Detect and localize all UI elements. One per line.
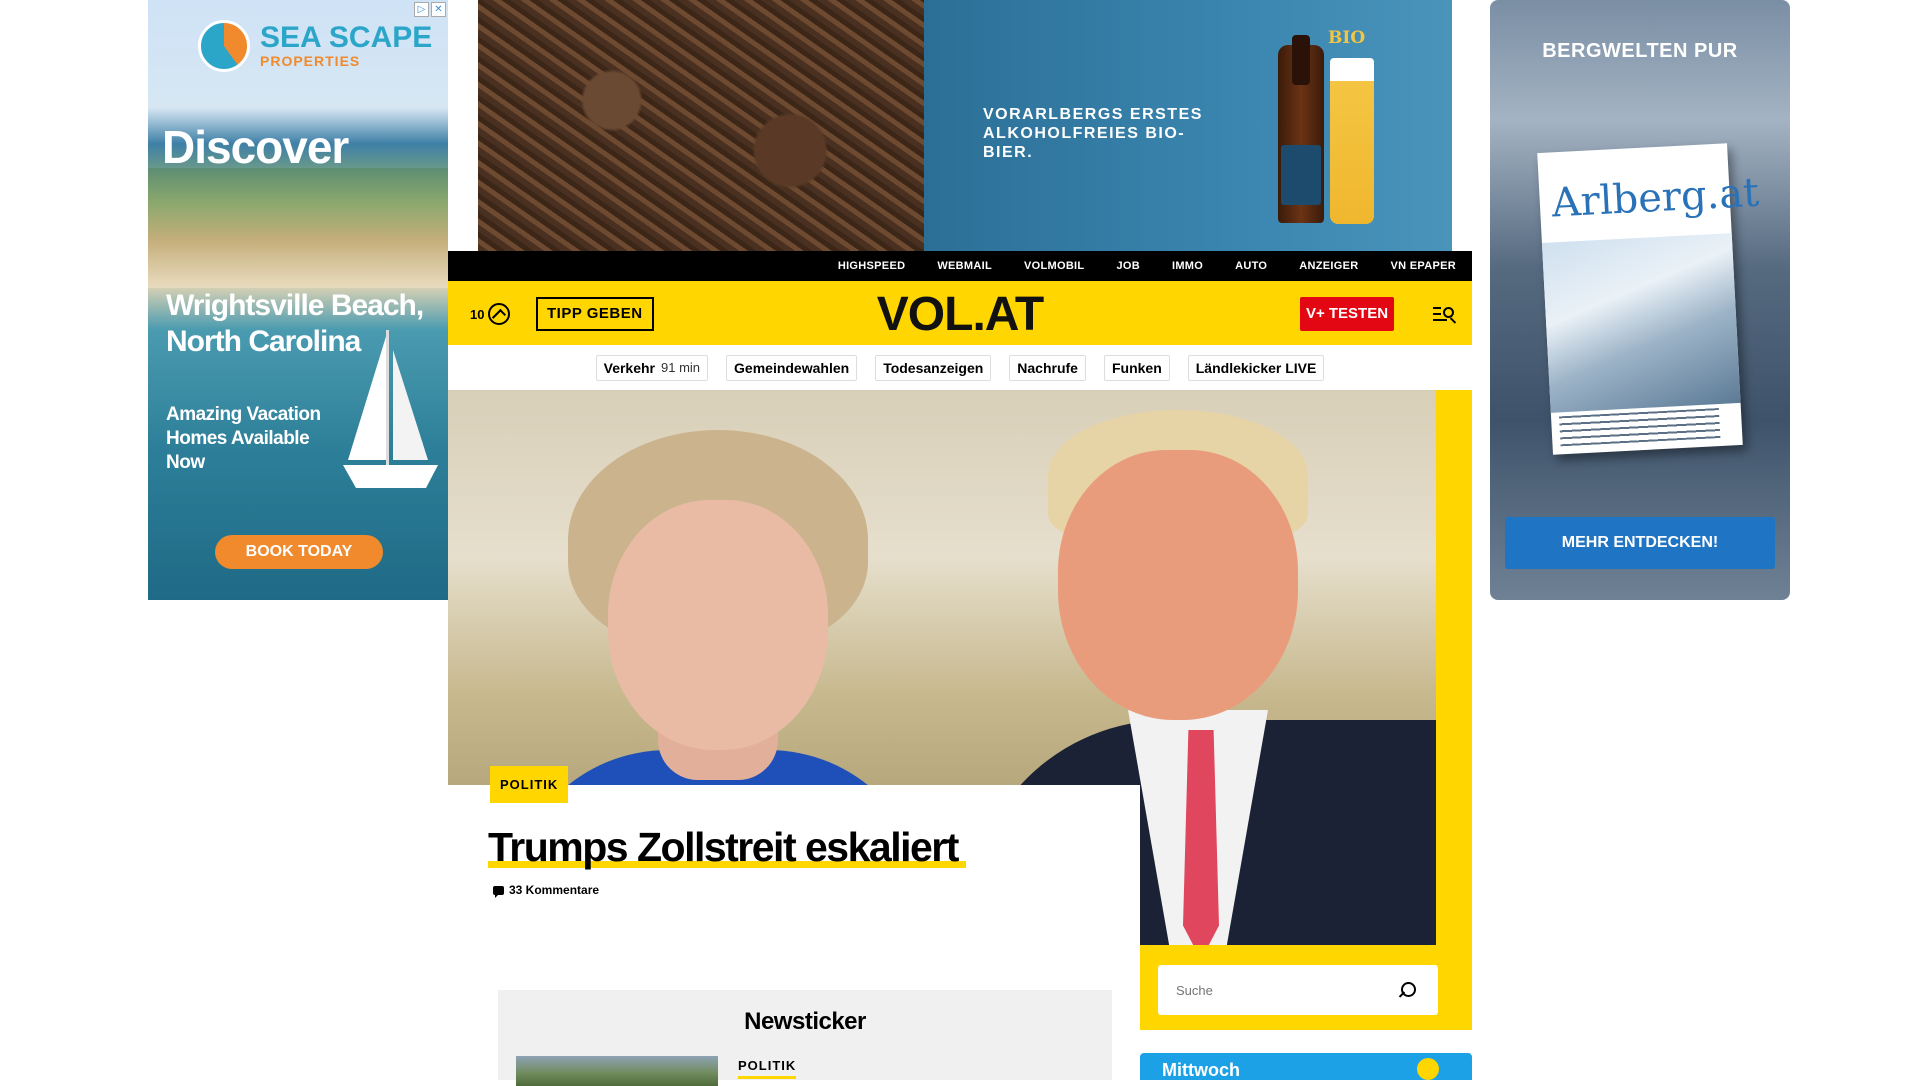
nav-volmobil[interactable]: VOLMOBIL [1024,260,1084,272]
ad-headline: Discover [162,121,349,173]
ad-info-icon[interactable]: ▷ [414,2,429,17]
hero-article-card[interactable]: POLITIK Trumps Zollstreit eskaliert 33 K… [448,766,1140,945]
newsticker-section: Newsticker POLITIK [498,990,1112,1086]
nav-auto[interactable]: AUTO [1235,260,1267,272]
main-header: 10 TIPP GEBEN VOL.AT V+ TESTEN [448,281,1472,345]
ad-right-heading: BERGWELTEN PUR [1542,40,1738,62]
magazine-cover-text [1559,408,1721,447]
nav-highspeed[interactable]: HIGHSPEED [838,260,906,272]
top-service-nav: HIGHSPEED WEBMAIL VOLMOBIL JOB IMMO AUTO… [448,251,1472,281]
quicklink-laendlekicker[interactable]: Ländlekicker LIVE [1187,354,1325,381]
ad-beer-text: VORARLBERGS ERSTES ALKOHOLFREIES BIO-BIE… [983,106,1203,161]
quicklink-todesanzeigen[interactable]: Todesanzeigen [875,354,992,381]
ad-close-icon[interactable]: ✕ [431,2,446,17]
comment-icon [493,885,504,898]
comment-count[interactable]: 33 Kommentare [493,883,599,898]
nav-anzeiger[interactable]: ANZEIGER [1299,260,1358,272]
beach-image [148,168,448,288]
book-today-button[interactable]: BOOK TODAY [215,535,383,569]
magazine-title: Arlberg.at [1550,169,1761,227]
hero-headline[interactable]: Trumps Zollstreit eskaliert [488,822,966,872]
quicklink-verkehr[interactable]: Verkehr 91 min [595,354,709,381]
quicklink-funken[interactable]: Funken [1103,354,1170,381]
newsticker-title: Newsticker [744,1008,866,1035]
right-ad-banner[interactable]: BERGWELTEN PUR Arlberg.at MEHR ENTDECKEN… [1490,0,1790,600]
nav-immo[interactable]: IMMO [1172,260,1203,272]
ticker-category[interactable]: POLITIK [738,1058,797,1079]
quicklinks-bar: Verkehr 91 min Gemeindewahlen Todesanzeig… [448,345,1472,390]
weather-widget[interactable]: Mittwoch [1140,1053,1472,1080]
menu-search-icon[interactable] [1433,303,1459,324]
bio-badge: BIO [1328,28,1366,48]
search-icon[interactable] [1400,982,1416,998]
hero-yellow-frame [1436,390,1472,1030]
ad-tagline: Amazing Vacation Homes Available Now [166,404,321,473]
search-input[interactable] [1158,965,1400,1015]
beer-glass-image [1330,58,1374,224]
search-box [1158,965,1438,1015]
mehr-entdecken-button[interactable]: MEHR ENTDECKEN! [1505,517,1775,569]
weather-day: Mittwoch [1162,1060,1240,1080]
soil-image [478,0,924,251]
magazine-image: Arlberg.at [1537,143,1760,455]
ad-brand: SEA SCAPE [260,21,433,54]
beer-bottle-image [1278,35,1324,223]
nav-webmail[interactable]: WEBMAIL [937,260,992,272]
ad-choices[interactable]: ▷ ✕ [414,2,446,17]
ticker-thumbnail[interactable] [516,1056,718,1086]
sun-icon [1417,1058,1439,1080]
quicklink-gemeindewahlen[interactable]: Gemeindewahlen [726,354,858,381]
wave-logo-icon [198,20,250,72]
ad-brand-sub: PROPERTIES [260,53,361,69]
nav-vn-epaper[interactable]: VN EPAPER [1391,260,1456,272]
top-ad-banner[interactable]: VORARLBERGS ERSTES ALKOHOLFREIES BIO-BIE… [478,0,1452,251]
vplus-testen-button[interactable]: V+ TESTEN [1300,297,1394,331]
nav-job[interactable]: JOB [1116,260,1140,272]
magazine-cover-photo [1541,233,1741,413]
quicklink-nachrufe[interactable]: Nachrufe [1009,354,1086,381]
seascape-logo: SEA SCAPE PROPERTIES [198,20,432,72]
sailboat-icon [343,330,438,488]
left-ad-banner[interactable]: ▷ ✕ SEA SCAPE PROPERTIES Discover Wrights… [148,0,448,600]
category-badge[interactable]: POLITIK [490,766,569,803]
